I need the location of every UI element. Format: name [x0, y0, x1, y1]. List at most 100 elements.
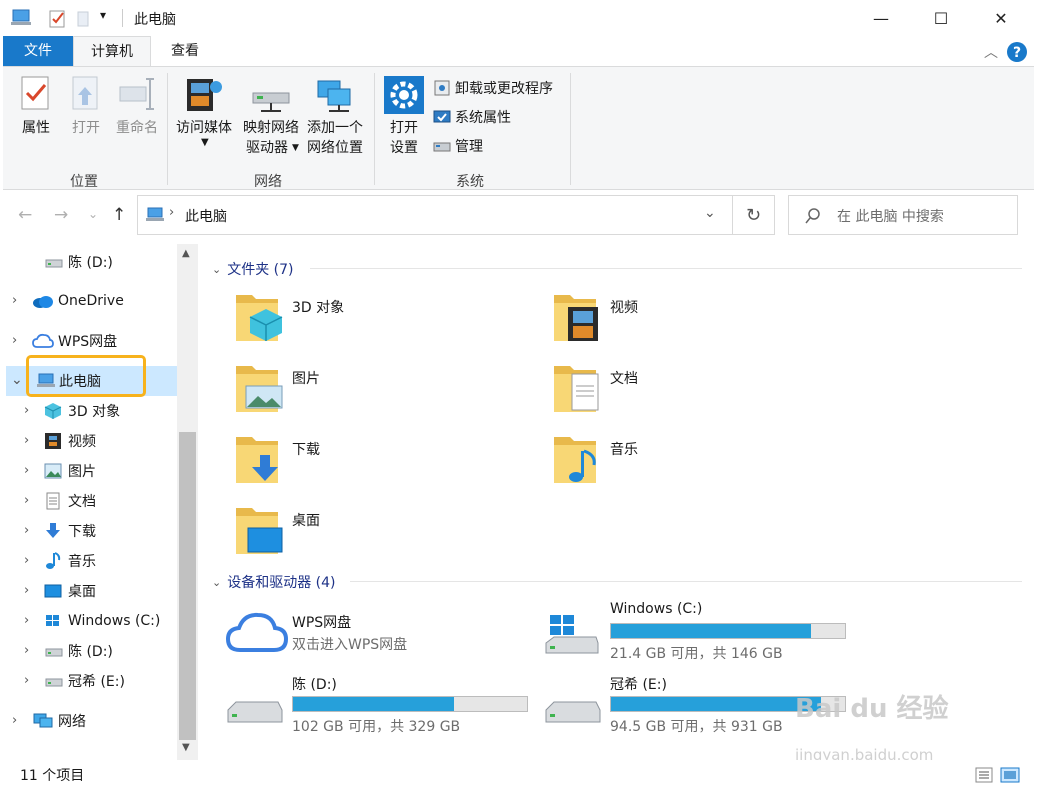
highlight-annotation: [26, 355, 146, 397]
open-button[interactable]: 打开: [65, 75, 107, 137]
address-bar[interactable]: › 此电脑 ⌄: [137, 195, 733, 235]
folders-section-header[interactable]: ⌄ 文件夹 (7): [212, 259, 294, 279]
device-subtitle: 102 GB 可用，共 329 GB: [292, 719, 461, 735]
maximize-button[interactable]: ☐: [918, 0, 964, 36]
device-tile-wps-drive[interactable]: WPS网盘 双击进入WPS网盘: [226, 608, 526, 664]
wps-cloud-icon: [32, 333, 54, 348]
refresh-button[interactable]: ↻: [733, 195, 775, 235]
expand-chevron-icon[interactable]: ›: [24, 673, 29, 688]
access-media-button[interactable]: 访问媒体 ▼: [171, 75, 237, 157]
expand-chevron-icon[interactable]: ›: [24, 433, 29, 448]
expand-chevron-icon[interactable]: ›: [24, 403, 29, 418]
properties-quick-icon[interactable]: [48, 9, 68, 29]
folder-tile-pictures[interactable]: 图片: [234, 360, 494, 418]
nav-item-label: 下载: [68, 524, 96, 540]
nav-item-drive-c[interactable]: Windows (C:): [44, 606, 160, 636]
help-icon[interactable]: ?: [1006, 41, 1028, 63]
manage-button[interactable]: 管理: [433, 135, 483, 157]
expand-chevron-icon[interactable]: ›: [24, 523, 29, 538]
expand-chevron-icon[interactable]: ›: [24, 493, 29, 508]
nav-item-documents[interactable]: 文档: [44, 486, 96, 516]
folder-tile-3d-objects[interactable]: 3D 对象: [234, 289, 494, 347]
properties-button[interactable]: 属性: [15, 75, 57, 137]
device-name: 冠希 (E:): [610, 677, 667, 693]
tab-computer[interactable]: 计算机: [73, 36, 151, 66]
scroll-up-icon[interactable]: ▲: [182, 248, 190, 259]
nav-item-drive-d[interactable]: 陈 (D:): [44, 636, 113, 666]
minimize-button[interactable]: —: [858, 0, 904, 36]
nav-scrollbar-thumb[interactable]: [179, 432, 196, 740]
recent-locations-icon[interactable]: ⌄: [88, 207, 98, 221]
3d-objects-folder-icon: [236, 295, 283, 341]
scroll-down-icon[interactable]: ▼: [182, 742, 190, 753]
expand-chevron-icon[interactable]: ›: [24, 583, 29, 598]
add-location-label-2: 网络位置: [307, 140, 363, 156]
nav-scrollbar[interactable]: ▲ ▼: [177, 244, 198, 760]
close-button[interactable]: ✕: [978, 0, 1024, 36]
drive-icon: [227, 701, 283, 723]
search-input[interactable]: 在 此电脑 中搜索: [837, 206, 944, 226]
nav-item-onedrive[interactable]: OneDrive: [32, 286, 124, 316]
nav-item-wps-drive[interactable]: WPS网盘: [32, 326, 117, 356]
details-view-icon[interactable]: [975, 767, 993, 783]
nav-item-label: 陈 (D:): [68, 644, 113, 660]
search-box[interactable]: 在 此电脑 中搜索: [788, 195, 1018, 235]
customize-quick-access-icon[interactable]: ▾: [100, 8, 106, 22]
open-label: 打开: [72, 120, 100, 136]
collapse-ribbon-icon[interactable]: ︿: [984, 42, 998, 62]
expand-chevron-icon[interactable]: ›: [24, 613, 29, 628]
system-properties-button[interactable]: 系统属性: [433, 106, 511, 128]
folder-tile-desktop[interactable]: 桌面: [234, 502, 494, 560]
properties-icon: [21, 76, 49, 110]
large-icons-view-icon[interactable]: [1000, 767, 1020, 783]
folder-tile-music[interactable]: 音乐: [552, 431, 812, 489]
expand-chevron-icon[interactable]: ›: [24, 643, 29, 658]
nav-item-music[interactable]: 音乐: [44, 546, 96, 576]
folder-tile-downloads[interactable]: 下载: [234, 431, 494, 489]
device-tile-drive-d[interactable]: 陈 (D:) 102 GB 可用，共 329 GB: [226, 672, 536, 738]
tab-view[interactable]: 查看: [151, 36, 219, 66]
title-separator: [122, 9, 123, 27]
rename-button[interactable]: 重命名: [109, 75, 165, 137]
nav-item-pictures[interactable]: 图片: [44, 456, 96, 486]
expand-chevron-icon[interactable]: ›: [24, 553, 29, 568]
folder-label: 桌面: [292, 513, 320, 529]
nav-item-videos[interactable]: 视频: [44, 426, 96, 456]
expand-chevron-icon[interactable]: ›: [24, 463, 29, 478]
breadcrumb-separator-icon[interactable]: ›: [169, 205, 174, 220]
ribbon-separator: [570, 73, 571, 185]
map-network-drive-button[interactable]: 映射网络 驱动器 ▼: [239, 75, 303, 157]
collapse-chevron-icon[interactable]: ⌄: [11, 372, 23, 388]
nav-item-downloads[interactable]: 下载: [44, 516, 96, 546]
nav-item-3d-objects[interactable]: 3D 对象: [44, 396, 120, 426]
nav-item-drive-e[interactable]: 冠希 (E:): [44, 666, 125, 696]
add-network-location-button[interactable]: 添加一个 网络位置: [303, 75, 367, 157]
device-tile-drive-c[interactable]: Windows (C:) 21.4 GB 可用，共 146 GB: [544, 599, 846, 665]
folder-tile-videos[interactable]: 视频: [552, 289, 812, 347]
nav-item-desktop[interactable]: 桌面: [44, 576, 96, 606]
uninstall-button[interactable]: 卸载或更改程序: [433, 77, 553, 99]
3d-objects-icon: [44, 403, 62, 419]
window-title: 此电脑: [134, 12, 176, 28]
section-divider: [350, 581, 1022, 582]
devices-section-header[interactable]: ⌄ 设备和驱动器 (4): [212, 572, 336, 592]
rename-label: 重命名: [116, 120, 158, 136]
address-history-dropdown-icon[interactable]: ⌄: [704, 205, 716, 221]
expand-chevron-icon[interactable]: ›: [12, 293, 17, 308]
ribbon-separator: [167, 73, 168, 185]
expand-chevron-icon[interactable]: ›: [12, 713, 17, 728]
open-settings-label-2: 设置: [390, 140, 418, 156]
this-pc-icon: [11, 9, 31, 25]
up-arrow-icon[interactable]: ↑: [112, 205, 126, 225]
new-folder-quick-icon[interactable]: [76, 9, 92, 29]
tab-file[interactable]: 文件: [3, 36, 73, 66]
forward-arrow-icon[interactable]: →: [54, 205, 68, 225]
breadcrumb-this-pc[interactable]: 此电脑: [185, 206, 227, 226]
desktop-icon: [44, 584, 62, 598]
expand-chevron-icon[interactable]: ›: [12, 333, 17, 348]
folder-tile-documents[interactable]: 文档: [552, 360, 812, 418]
nav-item-network[interactable]: 网络: [32, 706, 86, 736]
back-arrow-icon[interactable]: ←: [18, 205, 32, 225]
open-settings-button[interactable]: 打开 设置: [381, 75, 427, 157]
nav-item-drive-d-top[interactable]: 陈 (D:): [44, 247, 113, 277]
